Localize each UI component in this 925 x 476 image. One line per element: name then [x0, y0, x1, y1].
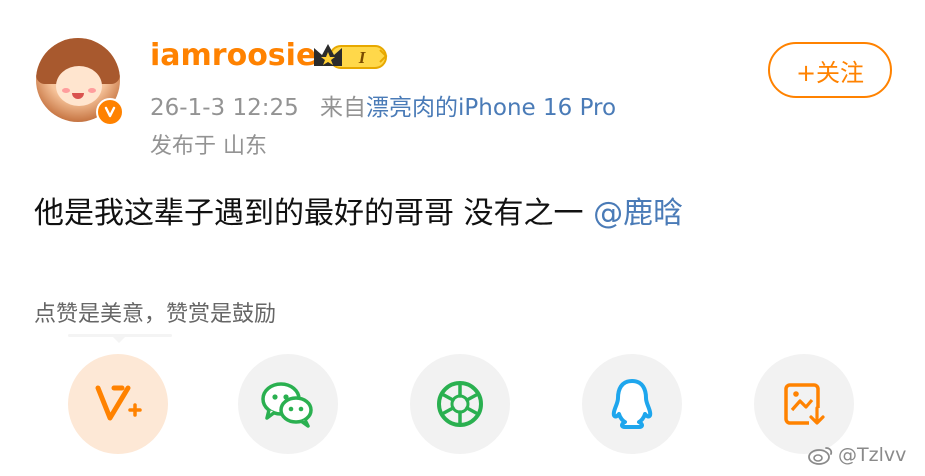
- source-device-link[interactable]: 漂亮肉的iPhone 16 Pro: [366, 95, 616, 121]
- reward-pointer: [110, 334, 128, 343]
- vip-crown-badge-icon[interactable]: I: [310, 40, 390, 72]
- share-qq-button[interactable]: [582, 354, 682, 454]
- post-meta: 26-1-3 12:25 来自漂亮肉的iPhone 16 Pro: [150, 88, 616, 122]
- qq-icon: [611, 379, 653, 429]
- follow-button[interactable]: +关注: [768, 42, 892, 98]
- post-location: 发布于 山东: [150, 134, 267, 159]
- wechat-icon: [261, 382, 313, 428]
- watermark-text: @Tzlvv: [838, 444, 907, 466]
- avatar-cheek: [62, 88, 70, 93]
- moments-icon: [437, 381, 483, 427]
- verified-badge-icon: [96, 98, 124, 126]
- avatar-cheek: [88, 88, 96, 93]
- save-image-button[interactable]: [754, 354, 854, 454]
- source-prefix: 来自: [320, 95, 367, 121]
- reward-hint: 点赞是美意，赞赏是鼓励: [34, 302, 277, 327]
- reward-v-plus-button[interactable]: [68, 354, 168, 454]
- post-body: 他是我这辈子遇到的最好的哥哥 没有之一: [34, 196, 584, 231]
- v-plus-icon: [95, 385, 142, 421]
- post-date: 26-1-3 12:25: [150, 95, 299, 121]
- avatar-face: [56, 66, 102, 106]
- mention-link[interactable]: @鹿晗: [593, 196, 683, 231]
- share-wechat-button[interactable]: [238, 354, 338, 454]
- watermark: @Tzlvv: [808, 444, 906, 466]
- weibo-logo-icon: [808, 447, 833, 465]
- share-moments-button[interactable]: [410, 354, 510, 454]
- post-text: 他是我这辈子遇到的最好的哥哥 没有之一 @鹿晗: [34, 188, 683, 232]
- save-image-icon: [784, 383, 825, 426]
- username[interactable]: iamroosie: [150, 38, 316, 73]
